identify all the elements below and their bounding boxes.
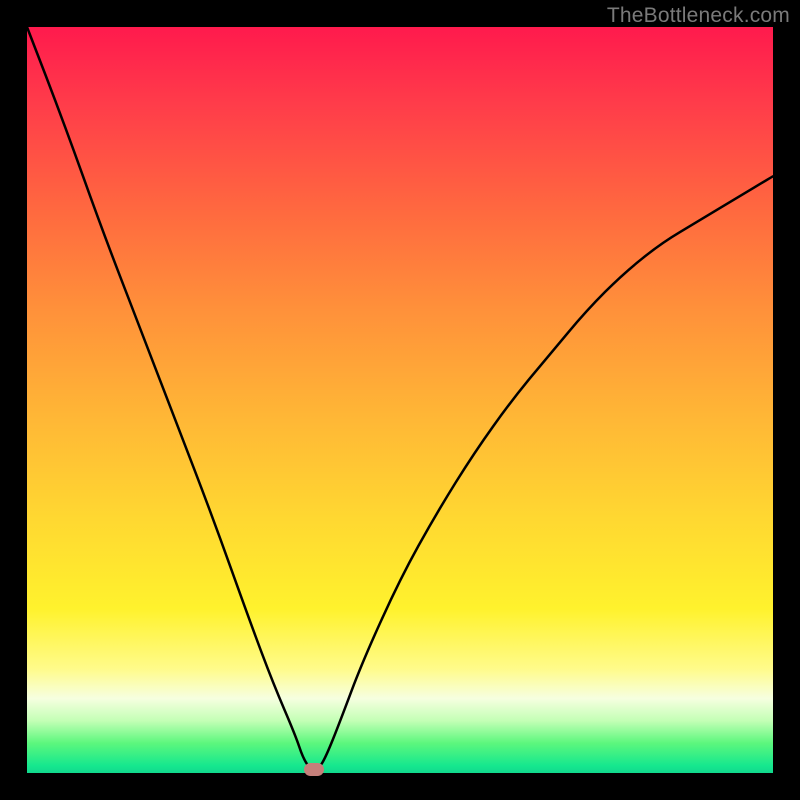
watermark-text: TheBottleneck.com xyxy=(607,4,790,28)
plot-area xyxy=(27,27,773,773)
curve-path xyxy=(27,27,773,769)
bottleneck-curve xyxy=(27,27,773,773)
chart-frame: TheBottleneck.com xyxy=(0,0,800,800)
optimum-marker xyxy=(304,763,324,776)
